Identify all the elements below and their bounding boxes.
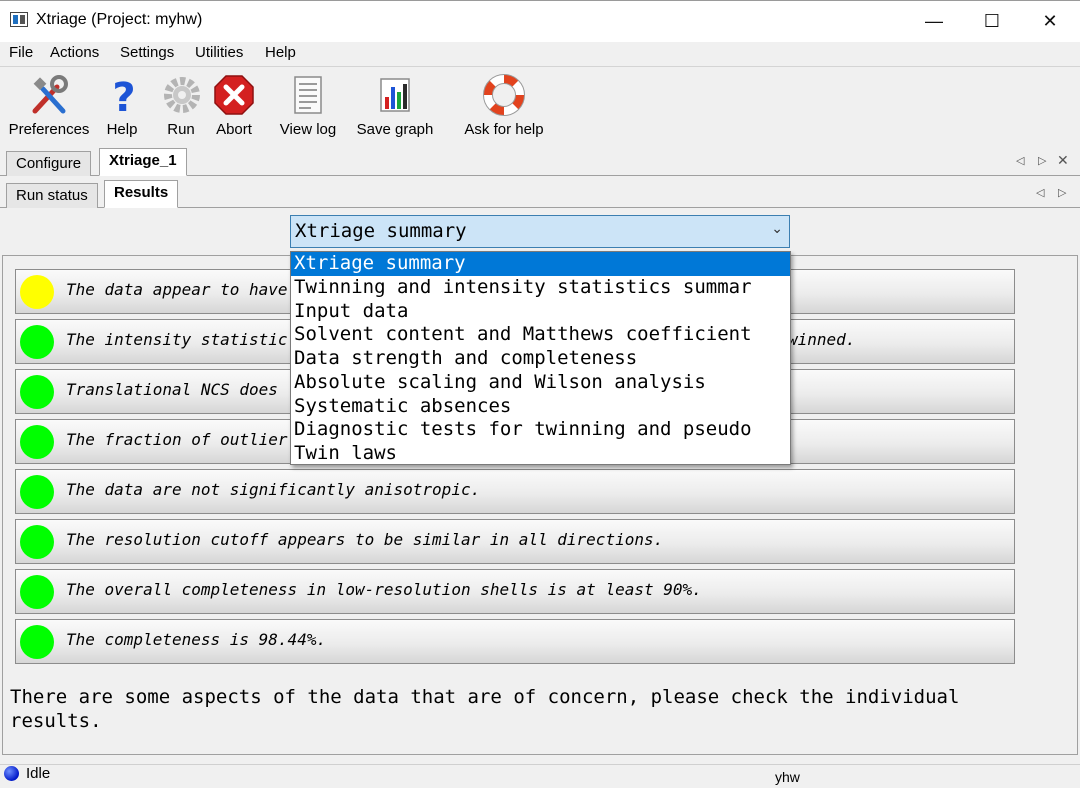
tab-scroll-left-icon[interactable]: ◁ — [1016, 154, 1024, 167]
abort-button[interactable]: Abort — [210, 73, 258, 138]
save-graph-button[interactable]: Save graph — [352, 73, 438, 138]
preferences-tools-icon — [32, 75, 68, 114]
help-button[interactable]: ? Help — [102, 73, 142, 138]
inner-tab-bar: Run status Results ◁ ▷ — [0, 180, 1080, 208]
result-row: The data are not significantly anisotrop… — [15, 469, 1015, 514]
help-label: Help — [106, 121, 138, 138]
tab-run-status[interactable]: Run status — [6, 183, 98, 208]
ok-status-icon — [20, 525, 54, 559]
maximize-icon: ☐ — [983, 10, 1001, 31]
dropdown-option[interactable]: Twin laws — [291, 442, 790, 464]
summary-text: There are some aspects of the data that … — [10, 686, 960, 732]
ask-help-lifebuoy-icon — [483, 74, 525, 116]
dropdown-option[interactable]: Data strength and completeness — [291, 347, 790, 371]
run-label: Run — [167, 121, 195, 138]
run-button[interactable]: Run — [160, 73, 202, 138]
section-dropdown-list: Xtriage summary Twinning and intensity s… — [290, 251, 791, 465]
warning-status-icon — [20, 275, 54, 309]
dropdown-option[interactable]: Systematic absences — [291, 395, 790, 419]
window-title: Xtriage (Project: myhw) — [36, 11, 203, 28]
preferences-label: Preferences — [8, 121, 90, 138]
section-select[interactable]: Xtriage summary ⌄ — [290, 215, 790, 248]
menu-bar: File Actions Settings Utilities Help — [0, 42, 1080, 66]
result-row: The overall completeness in low-resoluti… — [15, 569, 1015, 614]
menu-actions[interactable]: Actions — [50, 44, 99, 61]
result-text: The data are not significantly anisotrop… — [66, 480, 481, 499]
menu-file[interactable]: File — [9, 44, 33, 61]
close-button[interactable]: ✕ — [1021, 0, 1079, 42]
abort-stop-icon — [214, 75, 254, 115]
dropdown-option[interactable]: Diagnostic tests for twinning and pseudo — [291, 418, 790, 442]
save-graph-label: Save graph — [356, 121, 434, 138]
abort-label: Abort — [216, 121, 252, 138]
dropdown-option[interactable]: Input data — [291, 300, 790, 324]
tab-results[interactable]: Results — [104, 180, 179, 208]
dropdown-option[interactable]: Absolute scaling and Wilson analysis — [291, 371, 790, 395]
help-question-icon: ? — [112, 75, 135, 117]
tab-xtriage-1[interactable]: Xtriage_1 — [99, 148, 187, 176]
ok-status-icon — [20, 325, 54, 359]
menu-help[interactable]: Help — [265, 44, 296, 61]
run-gear-icon — [164, 77, 200, 113]
result-text: Translational NCS does — [66, 380, 278, 399]
result-text: The completeness is 98.44%. — [66, 630, 327, 649]
tab-configure[interactable]: Configure — [6, 151, 92, 176]
dropdown-option[interactable]: Solvent content and Matthews coefficient — [291, 323, 790, 347]
ok-status-icon — [20, 375, 54, 409]
view-log-label: View log — [279, 121, 337, 138]
menu-utilities[interactable]: Utilities — [195, 44, 243, 61]
tab-close-icon[interactable]: ✕ — [1057, 152, 1069, 169]
menu-settings[interactable]: Settings — [120, 44, 174, 61]
result-row: The resolution cutoff appears to be simi… — [15, 519, 1015, 564]
dropdown-option[interactable]: Twinning and intensity statistics summar — [291, 276, 790, 300]
status-indicator-icon — [4, 766, 19, 781]
minimize-icon: — — [925, 10, 943, 31]
ok-status-icon — [20, 575, 54, 609]
save-graph-icon — [380, 78, 410, 112]
ok-status-icon — [20, 625, 54, 659]
tab-scroll-right-icon[interactable]: ▷ — [1038, 154, 1046, 167]
outer-tab-bar: Configure Xtriage_1 ◁ ▷ ✕ — [0, 146, 1080, 176]
ask-for-help-button[interactable]: Ask for help — [458, 73, 550, 138]
chevron-down-icon: ⌄ — [771, 221, 783, 237]
status-text: Idle — [26, 765, 51, 782]
preferences-button[interactable]: Preferences — [6, 73, 92, 138]
result-row: The completeness is 98.44%. — [15, 619, 1015, 664]
toolbar: Preferences ? Help Run Abort View log Sa… — [0, 66, 1080, 144]
minimize-button[interactable]: — — [905, 0, 963, 42]
result-text: The intensity statistic — [66, 330, 288, 349]
section-select-value: Xtriage summary — [295, 220, 467, 242]
status-project: yhw — [775, 769, 800, 785]
svg-text:?: ? — [112, 75, 135, 117]
subtab-scroll-left-icon[interactable]: ◁ — [1036, 186, 1044, 199]
ok-status-icon — [20, 475, 54, 509]
result-text: The fraction of outlier — [66, 430, 288, 449]
dropdown-option[interactable]: Xtriage summary — [291, 252, 790, 276]
view-log-icon — [294, 76, 322, 114]
result-text: The resolution cutoff appears to be simi… — [66, 530, 664, 549]
view-log-button[interactable]: View log — [276, 73, 340, 138]
status-bar — [0, 764, 1080, 788]
result-text-tail: winned. — [788, 330, 856, 349]
subtab-scroll-right-icon[interactable]: ▷ — [1058, 186, 1066, 199]
maximize-button[interactable]: ☐ — [963, 0, 1021, 42]
ok-status-icon — [20, 425, 54, 459]
result-text: The overall completeness in low-resoluti… — [66, 580, 702, 599]
close-icon: ✕ — [1042, 10, 1058, 31]
app-icon — [10, 12, 28, 27]
result-text: The data appear to have — [66, 280, 288, 299]
ask-for-help-label: Ask for help — [464, 121, 544, 138]
